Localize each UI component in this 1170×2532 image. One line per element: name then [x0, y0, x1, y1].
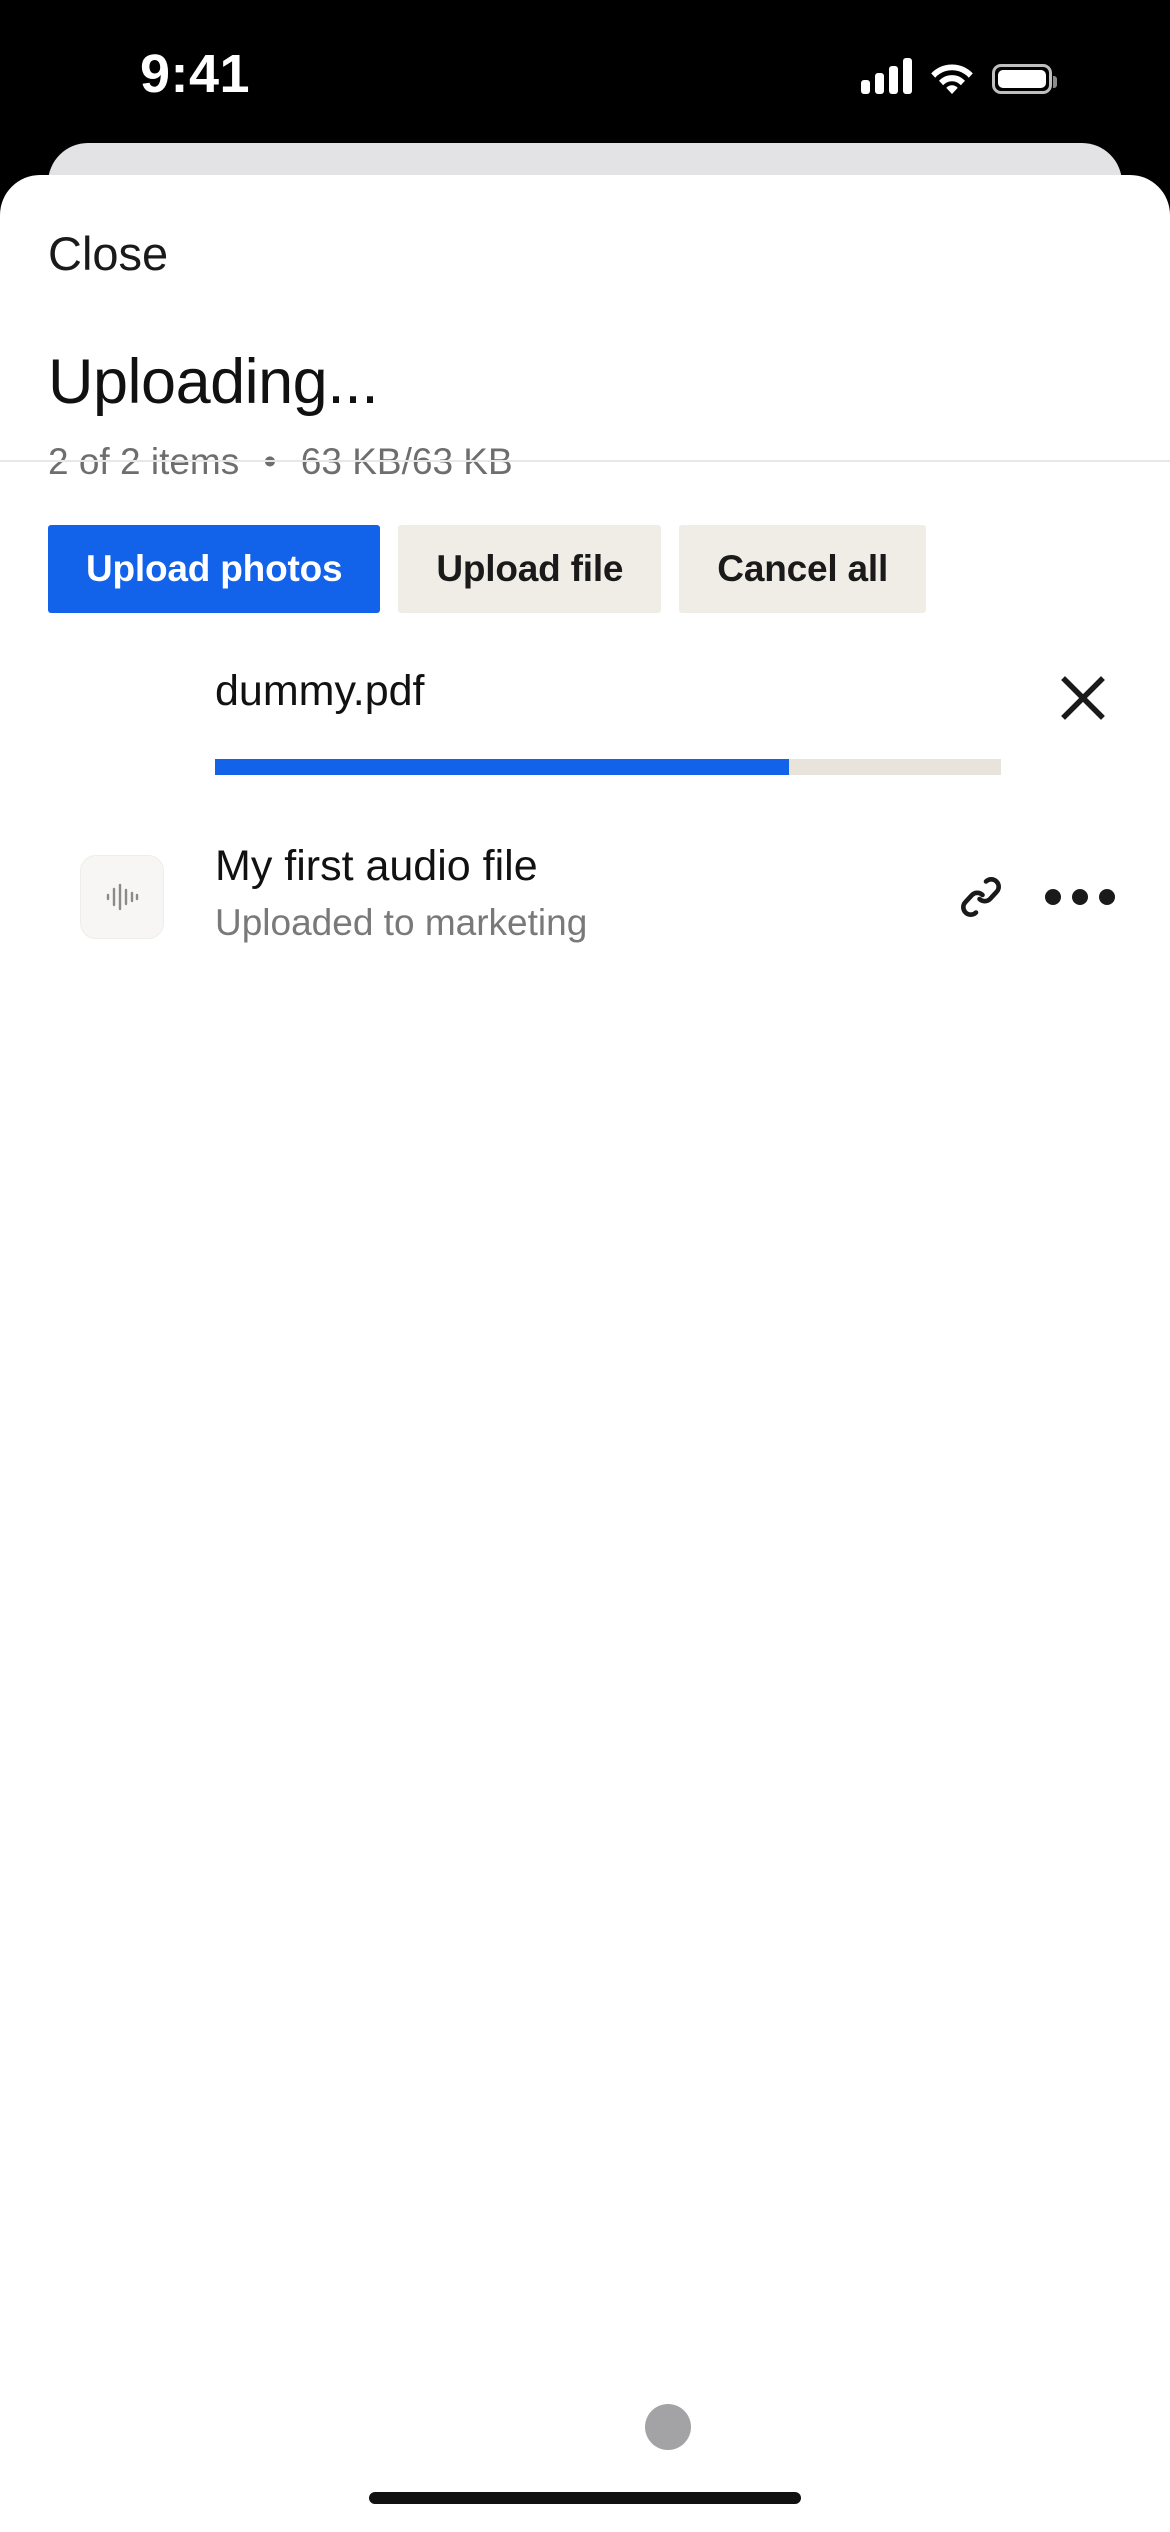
upload-progress-bar — [215, 759, 1001, 775]
uploading-filename: dummy.pdf — [215, 667, 425, 715]
action-button-row: Upload photos Upload file Cancel all — [48, 525, 927, 613]
page-title: Uploading... — [48, 347, 379, 417]
upload-sheet: Close Uploading... 2 of 2 items • 63 KB/… — [0, 175, 1170, 2532]
list-item-title: My first audio file — [215, 842, 538, 890]
ellipsis-icon — [1099, 889, 1115, 905]
file-thumbnail — [80, 855, 164, 939]
home-indicator[interactable] — [369, 2492, 801, 2504]
touch-cursor-indicator — [645, 2404, 691, 2450]
upload-file-button[interactable]: Upload file — [398, 525, 662, 613]
uploading-item-row: dummy.pdf — [0, 655, 1170, 825]
battery-icon — [992, 64, 1057, 94]
phone-screen: 9:41 Close Uploading... 2 of 2 items • 6… — [0, 0, 1170, 2532]
cancel-all-button[interactable]: Cancel all — [679, 525, 927, 613]
ellipsis-icon — [1072, 889, 1088, 905]
status-bar: 9:41 — [0, 0, 1170, 150]
upload-photos-button[interactable]: Upload photos — [48, 525, 381, 613]
signal-bars-icon — [861, 58, 912, 94]
header-divider — [0, 460, 1170, 462]
cancel-upload-button[interactable] — [1052, 667, 1114, 729]
close-button[interactable]: Close — [48, 230, 168, 277]
upload-summary: 2 of 2 items • 63 KB/63 KB — [48, 441, 513, 483]
list-item[interactable]: My first audio file Uploaded to marketin… — [0, 830, 1170, 970]
chain-link-icon — [961, 877, 1001, 917]
copy-link-button[interactable] — [942, 858, 1020, 936]
status-bar-time: 9:41 — [140, 44, 251, 104]
more-options-button[interactable] — [1035, 858, 1125, 936]
close-x-icon — [1061, 676, 1105, 720]
upload-progress-fill — [215, 759, 789, 775]
status-bar-indicators — [861, 48, 1057, 94]
ellipsis-icon — [1045, 889, 1061, 905]
wifi-icon — [931, 64, 973, 94]
audio-waveform-icon — [106, 883, 139, 911]
list-item-subtitle: Uploaded to marketing — [215, 902, 588, 943]
